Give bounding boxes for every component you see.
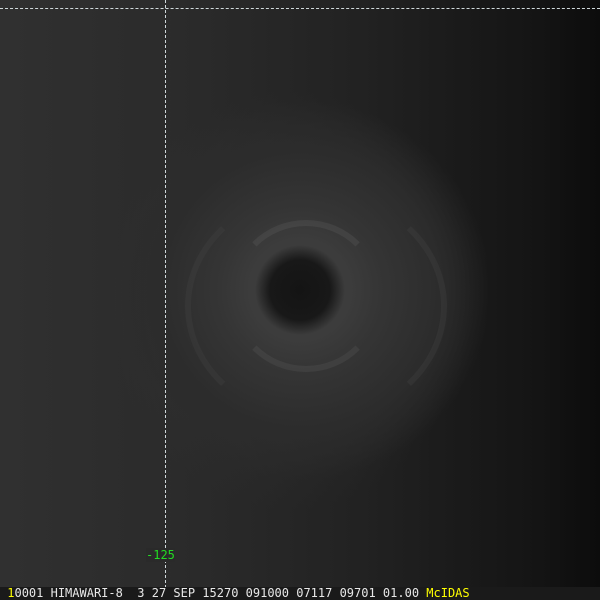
satellite-image: -125 10001 HIMAWARI-8 3 27 SEP 15270 091…: [0, 0, 600, 600]
mcidas-brand: McIDAS: [426, 586, 470, 600]
longitude-grid-line: [165, 0, 166, 588]
status-bar: 10001 HIMAWARI-8 3 27 SEP 15270 091000 0…: [0, 587, 600, 600]
image-info: 0001 HIMAWARI-8 3 27 SEP 15270 091000 07…: [14, 586, 420, 600]
spiral-band: [185, 190, 447, 422]
longitude-label: -125: [146, 548, 175, 562]
latitude-grid-line: [0, 8, 600, 9]
